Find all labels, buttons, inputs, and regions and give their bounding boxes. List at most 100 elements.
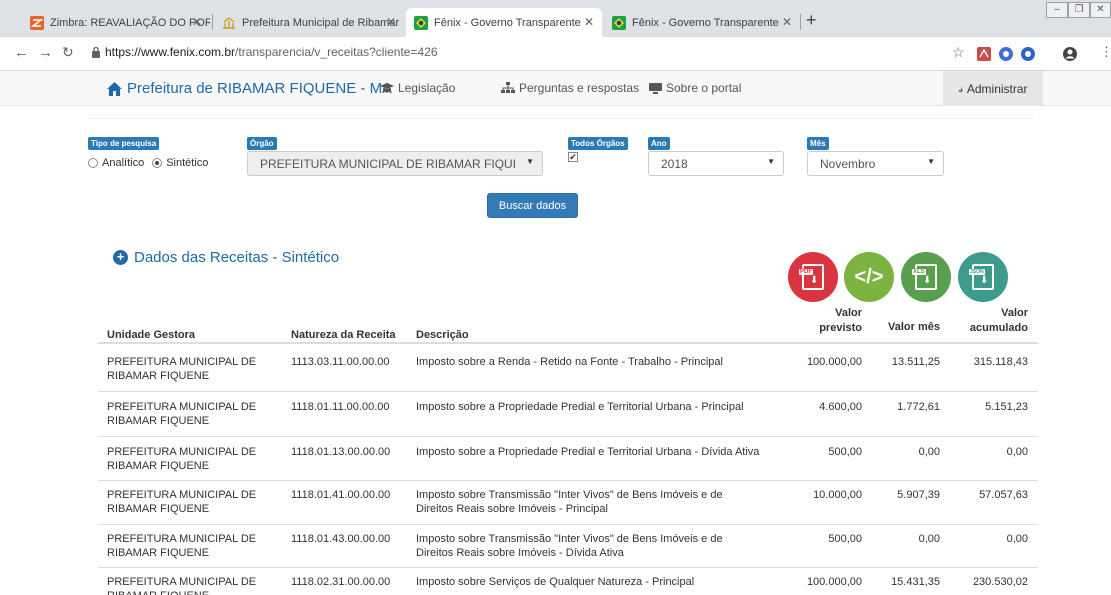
- cell-previsto: 500,00: [828, 446, 862, 458]
- mes-value: Novembro: [820, 157, 876, 171]
- cell-previsto: 100.000,00: [806, 576, 862, 588]
- cell-descricao: Imposto sobre Serviços de Qualquer Natur…: [416, 576, 695, 588]
- close-icon[interactable]: ✕: [584, 15, 594, 29]
- col-natureza[interactable]: Natureza da Receita: [291, 329, 396, 341]
- prefeitura-icon: [223, 16, 235, 29]
- cell-acumulado: 230.530,02: [972, 576, 1028, 588]
- mes-label: Mês: [807, 137, 829, 150]
- close-icon[interactable]: ✕: [192, 15, 202, 29]
- profile-icon[interactable]: [1062, 46, 1078, 62]
- extension-icon[interactable]: [1020, 46, 1036, 62]
- tab-title: Prefeitura Municipal de Ribamar: [242, 16, 400, 29]
- cell-descricao: Imposto sobre a Propriedade Predial e Te…: [416, 446, 760, 458]
- minimize-button[interactable]: –: [1046, 2, 1068, 18]
- cell-previsto: 4.600,00: [819, 401, 862, 413]
- table-row[interactable]: PREFEITURA MUNICIPAL DE RIBAMAR FIQUENE …: [98, 392, 1038, 437]
- brazil-flag-icon: [414, 15, 428, 30]
- reload-icon[interactable]: ↻: [62, 44, 74, 61]
- cell-previsto: 10.000,00: [813, 489, 862, 501]
- col-unidade[interactable]: Unidade Gestora: [107, 329, 195, 341]
- todos-orgaos-label: Todos Órgãos: [568, 137, 628, 150]
- cell-descricao: Imposto sobre Transmissão "Inter Vivos" …: [416, 533, 723, 559]
- lock-icon: [92, 46, 100, 58]
- nav-perguntas[interactable]: Perguntas e respostas: [501, 81, 639, 95]
- cell-natureza: 1118.01.13.00.00.00: [291, 446, 391, 458]
- ano-select[interactable]: 2018 ▼: [648, 151, 784, 176]
- cell-acumulado: 0,00: [1006, 446, 1028, 458]
- export-code-button[interactable]: </>: [844, 252, 894, 302]
- tab-fenix[interactable]: Fênix - Governo Transparente ✕: [604, 8, 800, 37]
- cell-natureza: 1113.03.11.00.00.00: [291, 356, 390, 368]
- analitico-radio[interactable]: [88, 158, 98, 168]
- tipo-pesquisa-label: Tipo de pesquisa: [88, 137, 160, 150]
- cell-acumulado: 57.057,63: [979, 489, 1028, 501]
- sintetico-radio[interactable]: [152, 158, 163, 168]
- mes-select[interactable]: Novembro ▼: [807, 151, 944, 176]
- menu-icon[interactable]: ⋮: [1100, 44, 1111, 60]
- orgao-label: Órgão: [247, 137, 277, 150]
- tab-fenix-active[interactable]: Fênix - Governo Transparente ✕: [406, 8, 602, 37]
- cell-unidade: PREFEITURA MUNICIPAL DE RIBAMAR FIQUENE: [107, 489, 257, 515]
- admin-label: Administrar: [966, 81, 1028, 96]
- col-previsto[interactable]: Valor previsto: [798, 306, 862, 336]
- nav-link-label: Legislação: [398, 81, 456, 95]
- col-mes[interactable]: Valor mês: [872, 321, 940, 333]
- cell-previsto: 500,00: [828, 533, 862, 545]
- extension-icon[interactable]: [998, 46, 1014, 62]
- nav-legislacao[interactable]: Legislação: [380, 81, 455, 95]
- back-icon[interactable]: ←: [14, 44, 29, 61]
- table-row[interactable]: PREFEITURA MUNICIPAL DE RIBAMAR FIQUENE …: [98, 437, 1038, 481]
- admin-link[interactable]: 𝓈 Administrar: [943, 71, 1043, 106]
- cell-descricao: Imposto sobre a Renda - Retido na Fonte …: [416, 356, 723, 368]
- orgao-select[interactable]: PREFEITURA MUNICIPAL DE RIBAMAR FIQUENE …: [247, 151, 543, 176]
- nav-sobre[interactable]: Sobre o portal: [649, 81, 741, 95]
- cell-mes: 13.511,25: [891, 356, 940, 368]
- cell-mes: 0,00: [918, 446, 940, 458]
- col-acumulado[interactable]: Valor acumulado: [954, 306, 1028, 336]
- todos-orgaos-checkbox[interactable]: ✔: [568, 152, 578, 162]
- table-row[interactable]: PREFEITURA MUNICIPAL DE RIBAMAR FIQUENE …: [98, 346, 1038, 392]
- table-row[interactable]: PREFEITURA MUNICIPAL DE RIBAMAR FIQUENE …: [98, 568, 1038, 595]
- buscar-dados-button[interactable]: Buscar dados: [487, 193, 578, 218]
- forward-icon[interactable]: →: [38, 44, 53, 61]
- tab-title: Zimbra: REAVALIAÇÃO DO PORT: [50, 16, 210, 29]
- export-xls-button[interactable]: XLS ⬇: [901, 252, 951, 302]
- address-bar: ← → ↻ https://www.fenix.com.br/transpare…: [0, 37, 1111, 71]
- restore-button[interactable]: ❐: [1068, 2, 1090, 18]
- sintetico-label: Sintético: [166, 157, 209, 169]
- section-title-text: Dados das Receitas - Sintético: [134, 249, 340, 266]
- cell-acumulado: 0,00: [1006, 533, 1028, 545]
- table-row[interactable]: PREFEITURA MUNICIPAL DE RIBAMAR FIQUENE …: [98, 525, 1038, 568]
- new-tab-button[interactable]: +: [806, 10, 817, 31]
- tab-prefeitura[interactable]: Prefeitura Municipal de Ribamar ✕: [214, 8, 404, 37]
- tab-title: Fênix - Governo Transparente: [434, 16, 581, 29]
- site-navbar: Prefeitura de RIBAMAR FIQUENE - MA Legis…: [0, 71, 1111, 106]
- col-descricao[interactable]: Descrição: [416, 329, 469, 341]
- table-row[interactable]: PREFEITURA MUNICIPAL DE RIBAMAR FIQUENE …: [98, 481, 1038, 525]
- close-icon[interactable]: ✕: [782, 15, 792, 29]
- computer-icon: [649, 82, 662, 94]
- caret-down-icon: ▼: [767, 157, 775, 166]
- cell-natureza: 1118.01.41.00.00.00: [291, 489, 391, 501]
- bookmark-star-icon[interactable]: ☆: [952, 44, 965, 61]
- tab-separator: [800, 14, 801, 30]
- cell-unidade: PREFEITURA MUNICIPAL DE RIBAMAR FIQUENE: [107, 401, 257, 427]
- browser-tab-bar: Zimbra: REAVALIAÇÃO DO PORT ✕ Prefeitura…: [0, 0, 1111, 37]
- cell-descricao: Imposto sobre Transmissão "Inter Vivos" …: [416, 489, 723, 515]
- brazil-flag-icon: [612, 15, 626, 30]
- code-icon: </>: [854, 265, 884, 288]
- plus-circle-icon[interactable]: +: [113, 250, 128, 265]
- close-icon[interactable]: ✕: [386, 15, 396, 29]
- cell-natureza: 1118.01.11.00.00.00: [291, 401, 390, 413]
- tab-zimbra[interactable]: Zimbra: REAVALIAÇÃO DO PORT ✕: [22, 8, 210, 37]
- export-json-button[interactable]: JSON ⬇: [958, 252, 1008, 302]
- url-field[interactable]: https://www.fenix.com.br/transparencia/v…: [105, 45, 438, 59]
- cell-previsto: 100.000,00: [806, 356, 862, 368]
- caret-down-icon: ▼: [927, 157, 935, 166]
- nav-link-label: Perguntas e respostas: [519, 81, 640, 95]
- cell-natureza: 1118.02.31.00.00.00: [291, 576, 391, 588]
- pdf-extension-icon[interactable]: [976, 46, 992, 62]
- export-pdf-button[interactable]: PDF ⬇: [788, 252, 838, 302]
- close-window-button[interactable]: ✕: [1090, 2, 1111, 18]
- site-brand[interactable]: Prefeitura de RIBAMAR FIQUENE - MA: [107, 80, 392, 97]
